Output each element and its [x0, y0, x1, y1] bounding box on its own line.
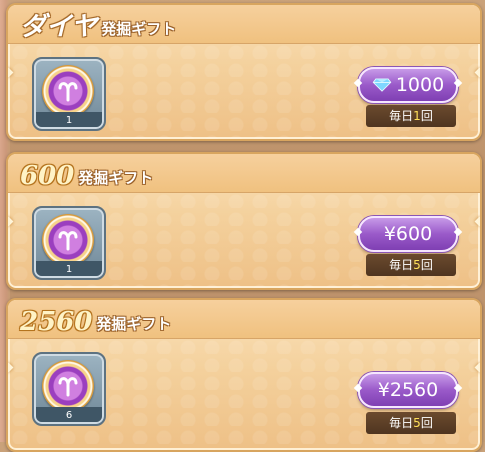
limit-prefix: 毎日: [389, 109, 414, 123]
button-ornament-icon: [353, 383, 363, 393]
purchase-limit: 毎日1回: [366, 105, 456, 127]
buy-button[interactable]: ¥600: [353, 216, 463, 252]
right-ornament-icon: [474, 362, 480, 373]
item-count: 1: [65, 115, 73, 126]
right-ornament-icon: [474, 216, 480, 227]
card-header: 600 発掘ギフト: [8, 154, 480, 193]
price-label: ¥600: [383, 223, 433, 245]
gift-card-600: 600 発掘ギフト 1 ¥600 毎日5回: [6, 152, 482, 290]
limit-count: 1: [413, 109, 421, 123]
gift-card-diamond: ダイヤ 発掘ギフト 1 1000 毎日1回: [6, 3, 482, 141]
card-header: 2560 発掘ギフト: [8, 300, 480, 339]
limit-prefix: 毎日: [389, 416, 414, 430]
left-ornament-icon: [8, 67, 14, 78]
card-title: ダイヤ 発掘ギフト: [20, 8, 176, 42]
aries-coin-icon: [42, 214, 94, 266]
button-ornament-icon: [453, 383, 463, 393]
item-count: 6: [65, 410, 73, 421]
limit-suffix: 回: [420, 416, 433, 430]
card-title: 2560 発掘ギフト: [20, 303, 171, 337]
button-ornament-icon: [353, 78, 363, 88]
limit-count: 5: [413, 258, 421, 272]
button-ornament-icon: [453, 227, 463, 237]
purchase-limit: 毎日5回: [366, 412, 456, 434]
limit-suffix: 回: [420, 258, 433, 272]
card-title-sub: 発掘ギフト: [78, 169, 154, 187]
limit-suffix: 回: [420, 109, 433, 123]
card-title-number: 600: [20, 161, 75, 191]
left-ornament-icon: [8, 216, 14, 227]
right-ornament-icon: [474, 67, 480, 78]
aries-coin-icon: [42, 65, 94, 117]
card-title: 600 発掘ギフト: [20, 157, 153, 191]
gift-card-2560: 2560 発掘ギフト 6 ¥2560 毎日5回: [6, 298, 482, 452]
card-title-main: ダイヤ: [20, 12, 98, 42]
reward-item[interactable]: 1: [32, 57, 106, 131]
limit-count: 5: [413, 416, 421, 430]
button-ornament-icon: [353, 227, 363, 237]
reward-item[interactable]: 1: [32, 206, 106, 280]
aries-coin-icon: [42, 360, 94, 412]
price-label: 1000: [395, 74, 445, 96]
button-ornament-icon: [453, 78, 463, 88]
reward-item[interactable]: 6: [32, 352, 106, 426]
limit-prefix: 毎日: [389, 258, 414, 272]
purchase-limit: 毎日5回: [366, 254, 456, 276]
price-label: ¥2560: [377, 379, 439, 401]
item-count: 1: [65, 264, 73, 275]
buy-button[interactable]: ¥2560: [353, 372, 463, 408]
card-header: ダイヤ 発掘ギフト: [8, 5, 480, 44]
left-ornament-icon: [8, 362, 14, 373]
diamond-icon: [372, 78, 392, 92]
buy-button[interactable]: 1000: [353, 67, 463, 103]
card-title-number: 2560: [20, 307, 93, 337]
card-title-sub: 発掘ギフト: [101, 20, 177, 38]
card-title-sub: 発掘ギフト: [96, 315, 172, 333]
